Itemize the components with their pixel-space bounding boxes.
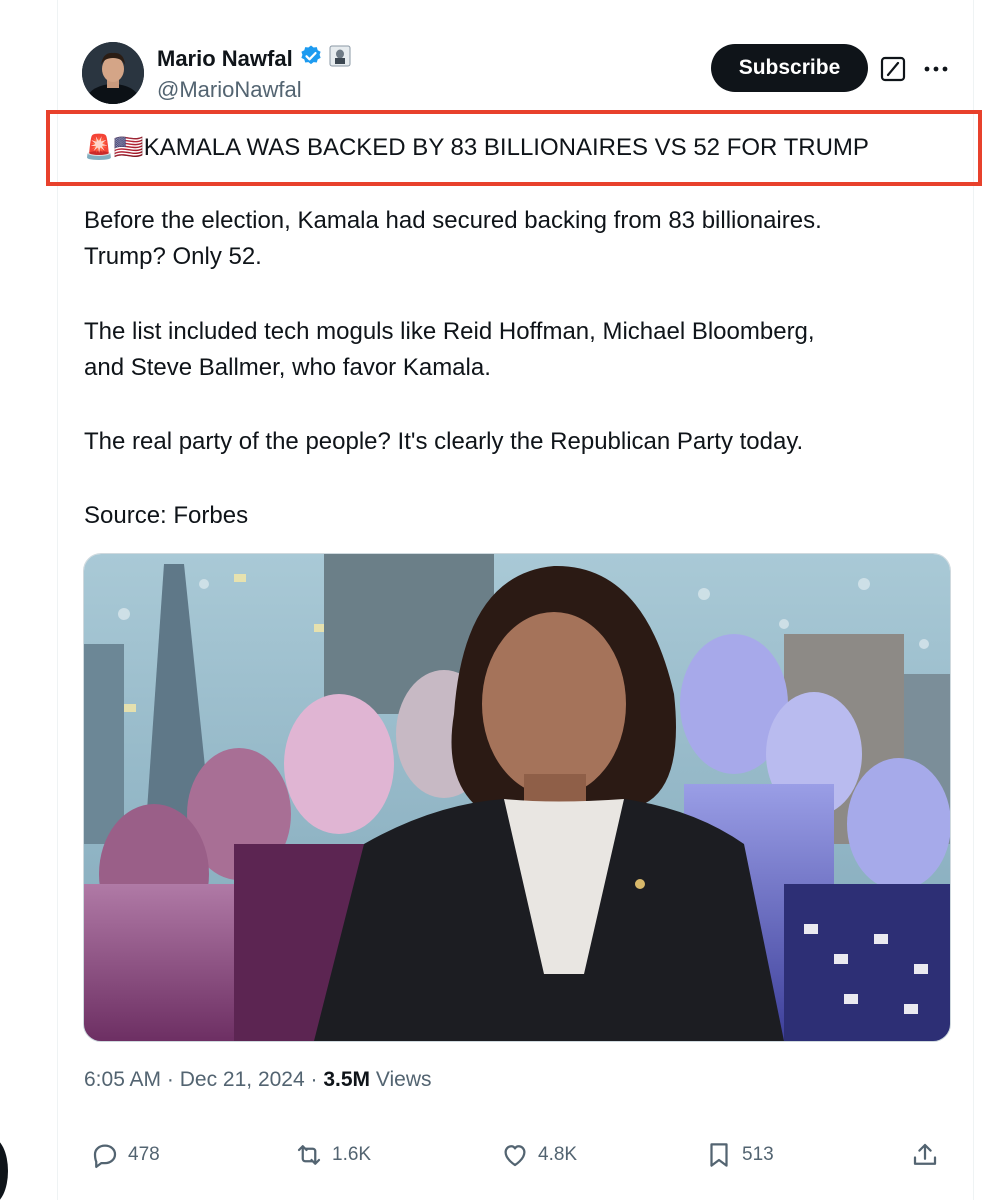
tweet-headline: 🚨 🇺🇸 KAMALA WAS BACKED BY 83 BILLIONAIRE… — [84, 133, 869, 162]
author-handle[interactable]: @MarioNawfal — [157, 77, 302, 103]
share-button[interactable] — [910, 1140, 940, 1170]
tweet-time[interactable]: 6:05 AM — [84, 1068, 161, 1091]
bookmark-button[interactable]: 513 — [704, 1140, 774, 1170]
verified-badge-icon[interactable] — [299, 44, 323, 73]
views-count: 3.5M — [323, 1068, 371, 1091]
heart-icon — [504, 1145, 526, 1167]
meta-separator: · — [161, 1068, 180, 1091]
repost-icon — [297, 1145, 321, 1165]
tweet-actions-bar: 478 1.6K 4.8K 513 — [0, 1140, 1008, 1180]
paragraph-line: Trump? Only 52. — [84, 243, 262, 270]
paragraph-line: Before the election, Kamala had secured … — [84, 207, 822, 234]
tweet-source: Source: Forbes — [84, 502, 249, 529]
share-icon — [913, 1143, 937, 1165]
siren-emoji: 🚨 — [84, 134, 114, 161]
reply-button[interactable]: 478 — [90, 1140, 160, 1170]
subscribe-button[interactable]: Subscribe — [711, 44, 868, 92]
grok-icon[interactable] — [879, 55, 907, 83]
author-name[interactable]: Mario Nawfal — [157, 46, 293, 72]
paragraph-line: and Steve Ballmer, who favor Kamala. — [84, 354, 491, 381]
tweet-paragraph-1: Before the election, Kamala had secured … — [84, 203, 944, 275]
repost-count: 1.6K — [332, 1144, 372, 1165]
reply-icon — [93, 1144, 117, 1168]
repost-button[interactable]: 1.6K — [294, 1140, 371, 1170]
author-name-row: Mario Nawfal — [157, 44, 351, 73]
views-label: Views — [370, 1068, 432, 1091]
headline-text: KAMALA WAS BACKED BY 83 BILLIONAIRES VS … — [143, 133, 869, 161]
more-icon[interactable] — [921, 55, 951, 83]
reply-count: 478 — [128, 1144, 160, 1165]
like-count: 4.8K — [538, 1144, 578, 1165]
like-button[interactable]: 4.8K — [500, 1140, 577, 1170]
bookmark-count: 513 — [742, 1144, 774, 1165]
tweet-paragraph-2: The list included tech moguls like Reid … — [84, 314, 944, 386]
tweet-media-image[interactable] — [83, 553, 951, 1042]
tweet-paragraph-3: The real party of the people? It's clear… — [84, 428, 804, 455]
avatar[interactable] — [82, 42, 144, 104]
bookmark-icon — [710, 1143, 728, 1167]
tweet-date[interactable]: Dec 21, 2024 — [180, 1068, 305, 1091]
meta-separator: · — [304, 1068, 324, 1091]
us-flag-emoji: 🇺🇸 — [113, 134, 144, 161]
affiliate-badge-icon[interactable] — [329, 45, 351, 72]
paragraph-line: The list included tech moguls like Reid … — [84, 318, 815, 345]
tweet-meta: 6:05 AM · Dec 21, 2024 · 3.5M Views — [84, 1068, 432, 1092]
